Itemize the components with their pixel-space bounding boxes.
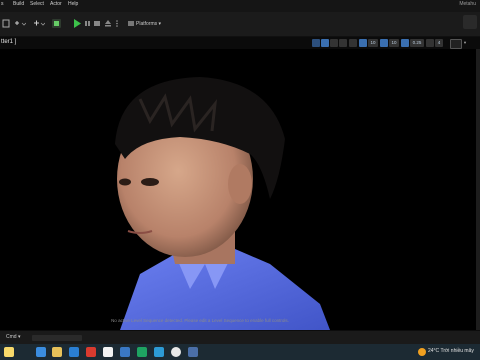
cmd-dropdown[interactable]: Cmd ▾ xyxy=(6,334,20,340)
platforms-dropdown[interactable]: Platforms ▾ xyxy=(128,20,161,28)
step-icon[interactable] xyxy=(84,19,92,28)
weather-text[interactable]: 24°C Trời nhiều mây xyxy=(428,348,474,354)
settings-icon[interactable] xyxy=(463,15,477,29)
stop-icon[interactable] xyxy=(93,19,101,28)
menu-item-actor[interactable]: Actor xyxy=(50,0,62,9)
scale-tool-icon[interactable] xyxy=(339,39,347,47)
viewport-options-chevron-icon[interactable]: ▾ xyxy=(462,39,468,47)
play-icon[interactable] xyxy=(73,19,82,28)
menu-item-build[interactable]: Build xyxy=(13,0,24,9)
menu-bar: s Build Select Actor Help Metahu xyxy=(0,0,480,9)
scale-snap-icon[interactable] xyxy=(401,39,409,47)
world-space-icon[interactable] xyxy=(349,39,357,47)
grid-snap-value[interactable]: 10 xyxy=(368,39,378,47)
mode-select-icon[interactable] xyxy=(14,19,26,28)
more-options-icon[interactable] xyxy=(113,19,121,28)
edge-browser-icon[interactable] xyxy=(69,347,79,357)
file-explorer-icon[interactable] xyxy=(52,347,62,357)
level-viewport[interactable] xyxy=(0,49,476,330)
grid-snap-icon[interactable] xyxy=(359,39,367,47)
weather-icon xyxy=(418,348,426,356)
os-taskbar: 24°C Trời nhiều mây xyxy=(0,344,480,360)
status-bar: Cmd ▾ xyxy=(0,330,480,345)
blueprint-icon[interactable] xyxy=(52,19,61,28)
rotation-snap-value[interactable]: 10 xyxy=(389,39,399,47)
rotate-tool-icon[interactable] xyxy=(330,39,338,47)
opera-icon[interactable] xyxy=(86,347,96,357)
menu-item-select[interactable]: Select xyxy=(30,0,44,9)
start-menu-icon[interactable] xyxy=(36,347,46,357)
menu-item-help[interactable]: Help xyxy=(68,0,78,9)
scale-snap-value[interactable]: 0.25 xyxy=(410,39,424,47)
console-command-input[interactable] xyxy=(32,335,82,341)
photos-icon[interactable] xyxy=(120,347,130,357)
platforms-label: Platforms xyxy=(136,21,158,27)
viewport-toolbar: 10 10 0.25 4 ▾ xyxy=(312,39,472,49)
camera-speed-value[interactable]: 4 xyxy=(435,39,443,47)
rotation-snap-icon[interactable] xyxy=(380,39,388,47)
viewport-title: tter1 ] xyxy=(1,39,17,45)
save-icon[interactable] xyxy=(2,19,10,28)
character-render xyxy=(115,77,330,330)
viewport-scrollbar[interactable] xyxy=(476,49,480,330)
platforms-icon xyxy=(128,21,134,27)
translate-tool-icon[interactable] xyxy=(321,39,329,47)
thumbnail-icon[interactable] xyxy=(4,347,14,357)
viewport-header: tter1 ] 10 10 0.25 4 ▾ xyxy=(0,37,480,49)
select-tool-icon[interactable] xyxy=(312,39,320,47)
eject-icon[interactable] xyxy=(104,19,112,28)
unreal-engine-icon[interactable] xyxy=(171,347,181,357)
main-toolbar: Platforms ▾ xyxy=(0,12,480,37)
spreadsheet-icon[interactable] xyxy=(137,347,147,357)
maximize-viewport-icon[interactable] xyxy=(450,39,462,49)
store-icon[interactable] xyxy=(154,347,164,357)
app-icon[interactable] xyxy=(103,347,113,357)
explorer-window-icon[interactable] xyxy=(188,347,198,357)
cmd-label: Cmd xyxy=(6,334,17,340)
chevron-down-icon: ▾ xyxy=(158,21,162,27)
level-sequence-message: No active Level Sequence detected. Pleas… xyxy=(111,318,289,323)
add-content-icon[interactable] xyxy=(33,19,45,28)
menu-item-file[interactable]: s xyxy=(1,0,4,9)
chevron-down-icon: ▾ xyxy=(17,334,21,340)
camera-speed-icon[interactable] xyxy=(426,39,434,47)
app-title: Metahu xyxy=(459,1,476,7)
